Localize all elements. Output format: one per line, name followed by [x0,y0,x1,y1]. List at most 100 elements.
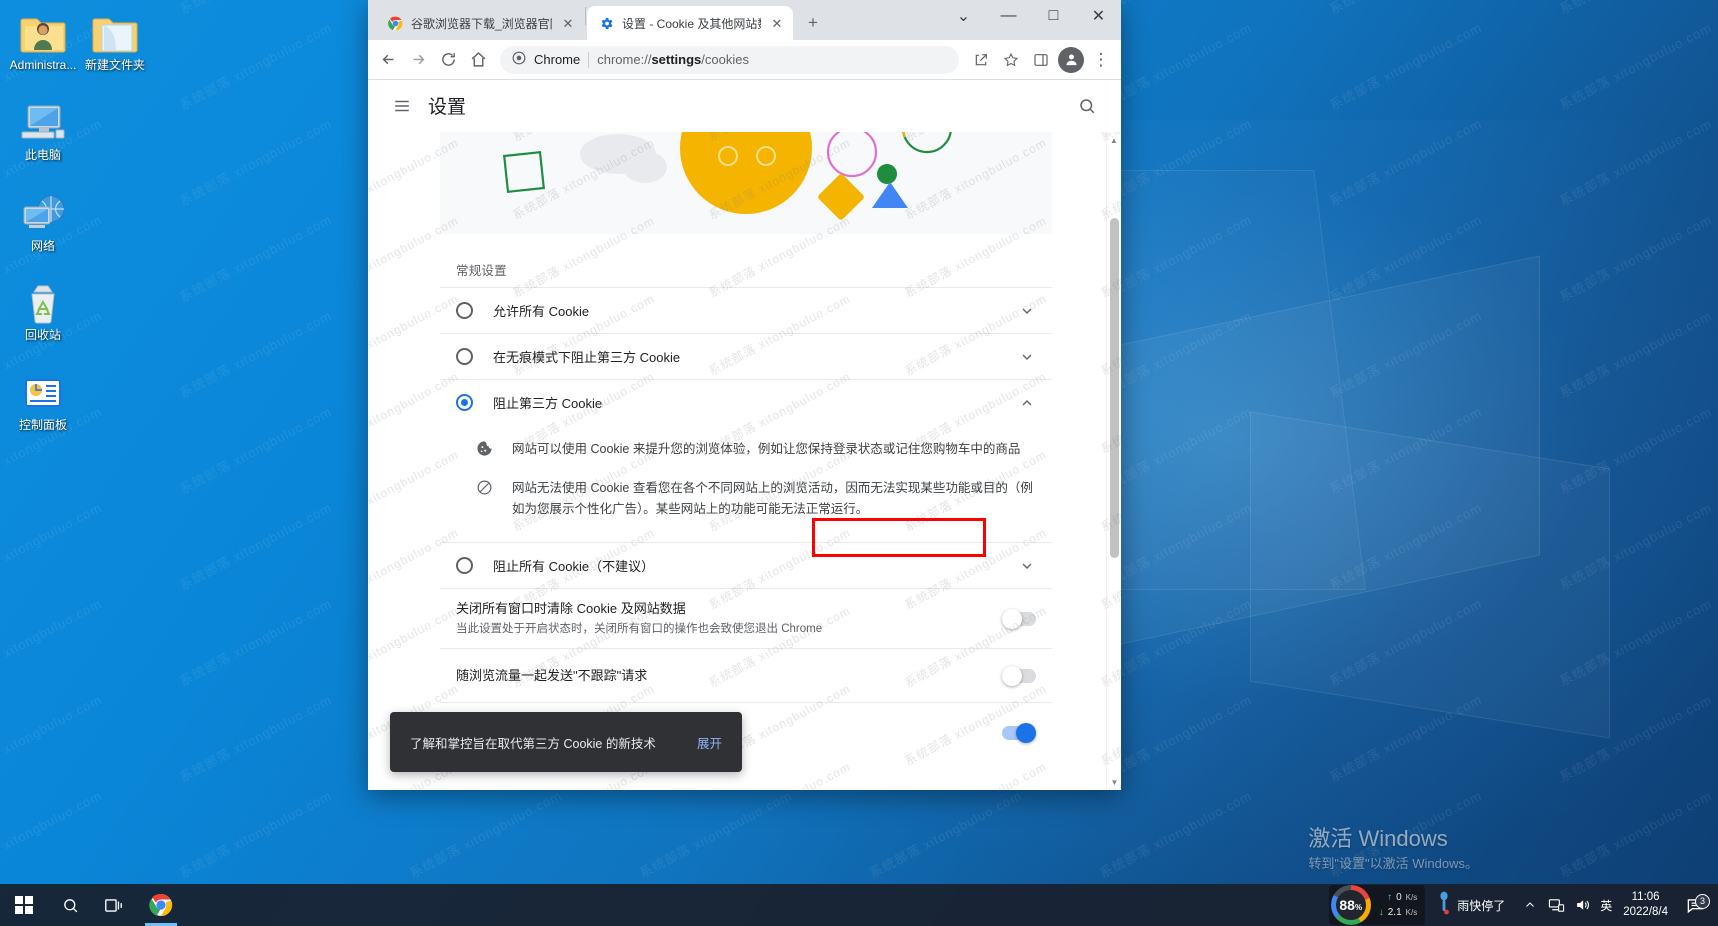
watermark-text: 系统部落 xitongbuluo.com [176,17,335,114]
profile-avatar-button[interactable] [1057,46,1085,74]
tab-close-icon[interactable]: ✕ [560,15,576,31]
task-view-icon[interactable] [92,884,136,926]
watermark-text: 系统部落 xitongbuluo.com [1326,497,1485,594]
watermark-text: 系统部落 xitongbuluo.com [0,785,105,882]
window-collapse-icon[interactable]: ⌄ [941,0,986,32]
omnibox-divider [588,52,589,68]
page-title: 设置 [428,92,466,119]
ime-indicator[interactable]: 英 [1595,884,1617,926]
chevron-down-icon[interactable] [1018,348,1036,366]
window-maximize-button[interactable]: □ [1031,0,1076,32]
download-arrow-icon: ↓ [1379,905,1384,920]
settings-scroll-area: 常规设置 允许所有 Cookie 在无痕模式下阻止第三方 Cookie [368,132,1121,790]
browser-tab-0[interactable]: 谷歌浏览器下载_浏览器官网入口 ✕ [376,6,584,40]
cookie-option-block-third-party-incognito[interactable]: 在无痕模式下阻止第三方 Cookie [440,333,1052,379]
watermark-text: 系统部落 xitongbuluo.com [1326,593,1485,690]
upload-speed-value: 0 [1396,890,1402,905]
reload-button[interactable] [434,46,462,74]
forward-button[interactable] [404,46,432,74]
watermark-text: 系统部落 xitongbuluo.com [1326,209,1485,306]
scroll-down-arrow[interactable]: ▼ [1107,774,1121,790]
toast-expand-button[interactable]: 展开 [697,733,722,752]
watermark-text: 系统部落 xitongbuluo.com [0,689,105,786]
browser-menu-button[interactable]: ⋮ [1087,46,1115,74]
pref-clear-cookies-on-close[interactable]: 关闭所有窗口时清除 Cookie 及网站数据 当此设置处于开启状态时，关闭所有窗… [440,588,1052,648]
new-tab-button[interactable]: + [799,8,827,36]
upload-speed-row: ↑ 0 K/s [1379,890,1417,905]
scrollbar-thumb[interactable] [1110,218,1119,558]
upload-speed-unit: K/s [1406,890,1418,905]
watermark-text: 系统部落 xitongbuluo.com [1096,785,1255,882]
window-close-button[interactable]: ✕ [1076,0,1121,32]
toggle-switch[interactable] [1002,612,1036,626]
hamburger-menu-icon[interactable] [384,88,420,124]
watermark-text: 系统部落 xitongbuluo.com [1556,785,1715,882]
toggle-switch-on[interactable] [1002,726,1036,740]
notification-center-button[interactable]: 3 [1678,896,1712,915]
taskbar-search-icon[interactable] [48,884,92,926]
weather-widget[interactable]: 雨快停了 [1437,891,1505,920]
url-prefix: chrome:// [597,52,651,67]
volume-icon[interactable] [1569,884,1595,926]
tray-expand-chevron-icon[interactable] [1517,884,1543,926]
watermark-text: 系统部落 xitongbuluo.com [176,689,335,786]
wallpaper-shape-2 [1250,411,1610,738]
watermark-text: 系统部落 xitongbuluo.com [1326,113,1485,210]
side-panel-icon[interactable] [1027,46,1055,74]
radio-button[interactable] [456,348,473,365]
download-speed-unit: K/s [1406,905,1418,920]
chevron-down-icon[interactable] [1018,557,1036,575]
network-tray-icon[interactable] [1543,884,1569,926]
toast-message: 了解和掌控旨在取代第三方 Cookie 的新技术 [410,733,679,752]
taskbar-chrome-icon[interactable] [136,884,186,926]
cookie-option-block-all[interactable]: 阻止所有 Cookie（不建议） [440,542,1052,588]
pref-do-not-track[interactable]: 随浏览流量一起发送"不跟踪"请求 [440,648,1052,702]
cpu-usage-ring: 88% [1331,885,1371,925]
cookie-option-allow-all[interactable]: 允许所有 Cookie [440,287,1052,333]
cookie-option-expanded-details: 网站可以使用 Cookie 来提升您的浏览体验，例如让您保持登录状态或记住您购物… [440,425,1052,542]
watermark-text: 系统部落 xitongbuluo.com [636,785,795,882]
notification-count-badge: 3 [1695,894,1710,909]
start-button[interactable] [0,884,48,926]
watermark-text: 系统部落 xitongbuluo.com [1556,689,1715,786]
upload-arrow-icon: ↑ [1387,890,1392,905]
watermark-text: 系统部落 xitongbuluo.com [406,785,565,882]
radio-button-selected[interactable] [456,394,473,411]
watermark-text: 系统部落 xitongbuluo.com [1556,497,1715,594]
radio-button[interactable] [456,302,473,319]
browser-tab-1[interactable]: 设置 - Cookie 及其他网站数据 ✕ [587,6,793,40]
chevron-up-icon[interactable] [1018,394,1036,412]
watermark-text: 系统部落 xitongbuluo.com [1326,0,1485,18]
radio-button[interactable] [456,557,473,574]
share-icon[interactable] [967,46,995,74]
pref-title: 关闭所有窗口时清除 Cookie 及网站数据 [456,599,982,618]
settings-search-icon[interactable] [1069,88,1105,124]
watermark-text: 系统部落 xitongbuluo.com [1556,17,1715,114]
detail-blocked: 网站无法使用 Cookie 查看您在各个不同网站上的浏览活动，因而无法实现某些功… [456,468,1036,528]
address-bar[interactable]: Chrome chrome://settings/cookies [500,46,959,74]
tab-close-icon[interactable]: ✕ [769,15,785,31]
taskbar-clock[interactable]: 11:06 2022/8/4 [1623,890,1668,920]
window-minimize-button[interactable]: — [986,0,1031,32]
watermark-text: 系统部落 xitongbuluo.com [176,113,335,210]
vertical-scrollbar[interactable]: ▲ ▼ [1106,132,1121,790]
watermark-text: 系统部落 xitongbuluo.com [1326,401,1485,498]
watermark-text: 系统部落 xitongbuluo.com [0,593,105,690]
watermark-text: 系统部落 xitongbuluo.com [1326,305,1485,402]
chevron-down-icon[interactable] [1018,302,1036,320]
weather-person-icon [1437,891,1451,920]
avatar [1058,47,1084,73]
pref-title: 随浏览流量一起发送"不跟踪"请求 [456,666,982,685]
clock-time: 11:06 [1623,890,1668,905]
cookie-option-block-third-party[interactable]: 阻止第三方 Cookie [440,379,1052,425]
tab-strip: 谷歌浏览器下载_浏览器官网入口 ✕ 设置 - Cookie 及其他网站数据 ✕ … [368,0,1121,40]
toggle-switch[interactable] [1002,669,1036,683]
back-button[interactable] [374,46,402,74]
bookmark-star-icon[interactable] [997,46,1025,74]
scroll-up-arrow[interactable]: ▲ [1107,132,1121,148]
weather-text: 雨快停了 [1457,897,1505,914]
watermark-text: 系统部落 xitongbuluo.com [866,785,1025,882]
home-button[interactable] [464,46,492,74]
network-speed-widget[interactable]: 88% ↑ 0 K/s ↓ 2.1 K/s [1329,885,1425,925]
url-suffix: /cookies [701,52,749,67]
